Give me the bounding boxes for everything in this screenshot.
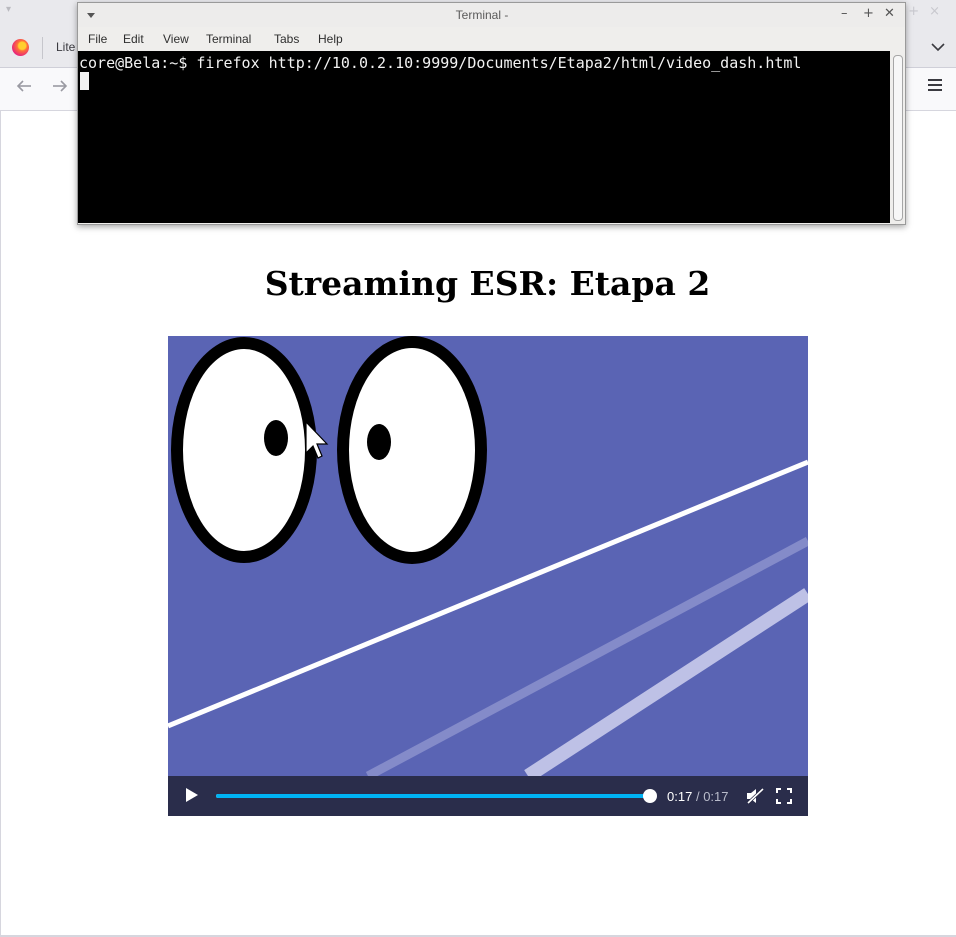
- video-progress-bar[interactable]: [216, 789, 657, 803]
- video-frame: [168, 336, 808, 776]
- page-title: Streaming ESR: Etapa 2: [264, 264, 711, 303]
- progress-scrubber-handle[interactable]: [643, 789, 657, 803]
- play-icon[interactable]: [186, 788, 198, 802]
- terminal-screen[interactable]: core@Bela:~$ firefox http://10.0.2.10:99…: [78, 51, 890, 223]
- window-menu-icon[interactable]: ▾: [6, 4, 11, 15]
- video-time: 0:17 / 0:17: [667, 789, 729, 804]
- terminal-title: Terminal -: [455, 8, 509, 22]
- browser-tab[interactable]: Lite: [56, 40, 75, 54]
- terminal-titlebar[interactable]: Terminal - – + ✕: [78, 3, 905, 27]
- video-controls: 0:17 / 0:17: [168, 776, 808, 816]
- tab-divider: [42, 37, 43, 59]
- back-arrow-icon[interactable]: [16, 78, 32, 94]
- mouse-pointer-icon: [305, 421, 329, 459]
- video-player[interactable]: 0:17 / 0:17: [168, 336, 808, 816]
- menu-terminal[interactable]: Terminal: [206, 32, 251, 46]
- time-separator: /: [695, 789, 700, 804]
- scrollbar-thumb[interactable]: [893, 55, 903, 221]
- fullscreen-icon[interactable]: [776, 788, 792, 804]
- menu-edit[interactable]: Edit: [123, 32, 144, 46]
- hamburger-menu-icon[interactable]: [928, 79, 942, 93]
- current-time: 0:17: [667, 789, 693, 804]
- terminal-window[interactable]: Terminal - – + ✕ File Edit View Terminal…: [77, 2, 906, 225]
- menu-view[interactable]: View: [163, 32, 189, 46]
- menu-help[interactable]: Help: [318, 32, 343, 46]
- menu-tabs[interactable]: Tabs: [274, 32, 299, 46]
- firefox-logo-icon: [12, 39, 29, 56]
- forward-arrow-icon[interactable]: [52, 78, 68, 94]
- page-border: [0, 110, 1, 937]
- terminal-command-line: core@Bela:~$ firefox http://10.0.2.10:99…: [79, 54, 802, 72]
- chevron-down-icon[interactable]: [930, 39, 946, 55]
- progress-fill: [216, 794, 650, 798]
- terminal-scrollbar[interactable]: [890, 51, 905, 223]
- terminal-menubar: File Edit View Terminal Tabs Help: [78, 27, 905, 51]
- terminal-cursor: [80, 72, 89, 90]
- minimize-icon[interactable]: –: [841, 6, 848, 21]
- maximize-icon[interactable]: +: [863, 6, 874, 21]
- muted-speaker-icon[interactable]: [746, 788, 764, 804]
- menu-file[interactable]: File: [88, 32, 107, 46]
- duration: 0:17: [703, 789, 729, 804]
- close-icon[interactable]: ✕: [884, 6, 895, 21]
